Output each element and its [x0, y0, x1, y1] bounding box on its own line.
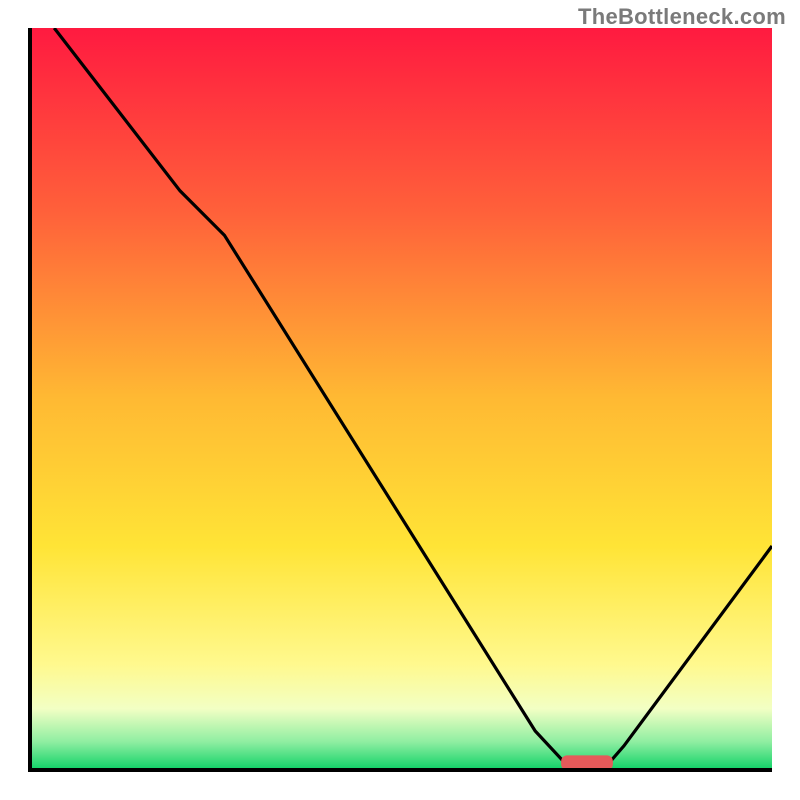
watermark-text: TheBottleneck.com — [578, 4, 786, 30]
gradient-background — [32, 28, 772, 768]
optimal-marker — [561, 755, 613, 768]
plot-svg — [32, 28, 772, 768]
plot-area — [32, 28, 772, 768]
